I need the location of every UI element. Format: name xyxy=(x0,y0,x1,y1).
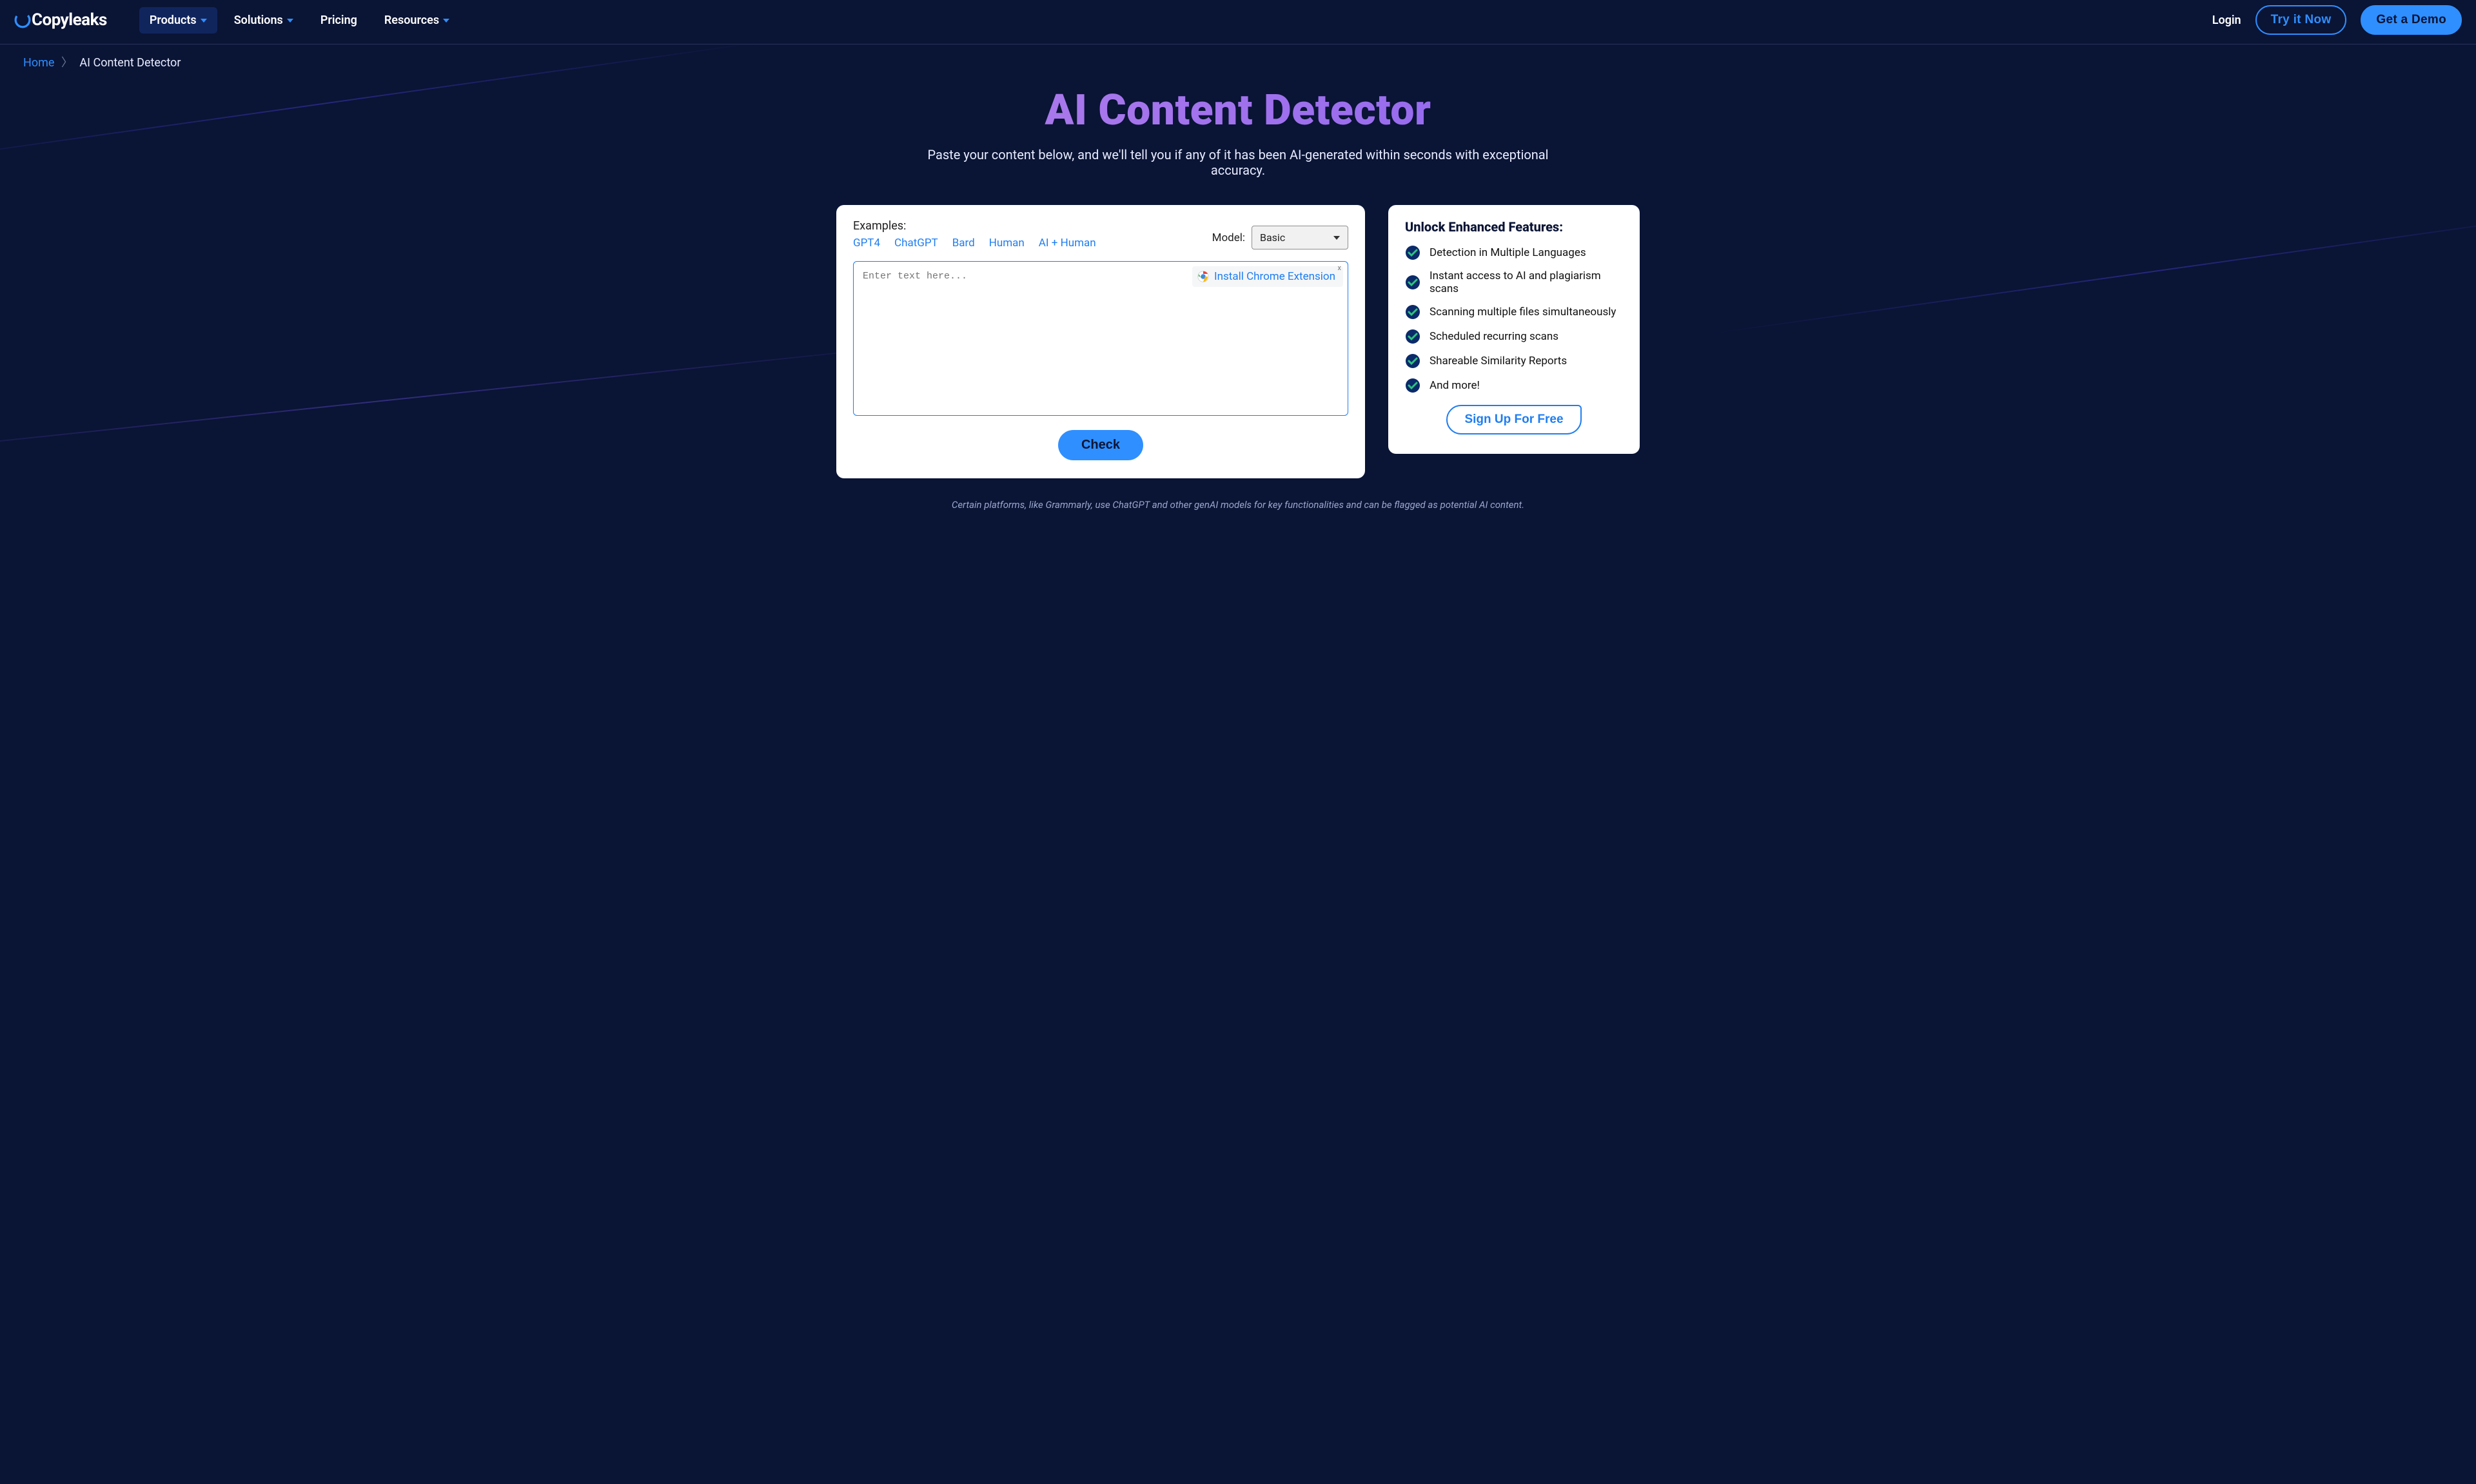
top-nav: Copyleaks Products Solutions Pricing Res… xyxy=(0,0,2476,44)
signup-button[interactable]: Sign Up For Free xyxy=(1446,405,1581,434)
breadcrumb-home[interactable]: Home xyxy=(23,56,54,70)
chrome-extension-label: Install Chrome Extension xyxy=(1214,270,1335,283)
check-button[interactable]: Check xyxy=(1058,430,1143,460)
get-demo-button[interactable]: Get a Demo xyxy=(2361,5,2462,35)
nav-item-solutions[interactable]: Solutions xyxy=(224,7,304,34)
check-icon xyxy=(1405,245,1420,260)
examples-list: GPT4 ChatGPT Bard Human AI + Human xyxy=(853,237,1096,249)
model-select-value: Basic xyxy=(1260,231,1285,244)
example-ai-human[interactable]: AI + Human xyxy=(1039,237,1096,249)
feature-item: Instant access to AI and plagiarism scan… xyxy=(1405,269,1623,295)
nav-menu: Products Solutions Pricing Resources xyxy=(139,7,460,34)
page-title: AI Content Detector xyxy=(13,86,2463,135)
check-icon xyxy=(1405,304,1420,320)
login-link[interactable]: Login xyxy=(2212,14,2241,27)
feature-item: Scheduled recurring scans xyxy=(1405,329,1623,344)
example-gpt4[interactable]: GPT4 xyxy=(853,237,880,249)
detector-card: Examples: GPT4 ChatGPT Bard Human AI + H… xyxy=(836,205,1365,478)
chevron-down-icon xyxy=(1333,236,1340,240)
chevron-down-icon xyxy=(201,19,207,23)
breadcrumb-separator-icon: 〉 xyxy=(61,56,73,70)
brand-name: Copyleaks xyxy=(32,10,107,30)
example-human[interactable]: Human xyxy=(989,237,1025,249)
try-it-now-button[interactable]: Try it Now xyxy=(2255,5,2347,35)
examples-label: Examples: xyxy=(853,219,1096,233)
feature-item: And more! xyxy=(1405,378,1623,393)
chrome-icon xyxy=(1197,271,1209,282)
model-label: Model: xyxy=(1212,231,1245,244)
feature-item: Scanning multiple files simultaneously xyxy=(1405,304,1623,320)
example-chatgpt[interactable]: ChatGPT xyxy=(894,237,938,249)
close-icon[interactable]: x xyxy=(1338,264,1341,272)
nav-item-products[interactable]: Products xyxy=(139,7,217,34)
example-bard[interactable]: Bard xyxy=(952,237,975,249)
chrome-extension-chip[interactable]: x Install Chrome Extension xyxy=(1192,266,1343,287)
logo-mark-icon xyxy=(14,12,31,28)
nav-item-resources[interactable]: Resources xyxy=(374,7,460,34)
check-icon xyxy=(1405,329,1420,344)
breadcrumb: Home 〉 AI Content Detector xyxy=(0,44,2476,70)
breadcrumb-current: AI Content Detector xyxy=(79,56,181,70)
features-title: Unlock Enhanced Features: xyxy=(1405,219,1623,235)
check-icon xyxy=(1405,353,1420,369)
page-subtitle: Paste your content below, and we'll tell… xyxy=(903,147,1573,178)
check-icon xyxy=(1405,275,1420,290)
check-icon xyxy=(1405,378,1420,393)
brand-logo[interactable]: Copyleaks xyxy=(14,10,107,30)
nav-item-pricing[interactable]: Pricing xyxy=(310,7,368,34)
feature-item: Shareable Similarity Reports xyxy=(1405,353,1623,369)
model-select[interactable]: Basic xyxy=(1252,226,1348,249)
features-list: Detection in Multiple Languages Instant … xyxy=(1405,245,1623,393)
features-card: Unlock Enhanced Features: Detection in M… xyxy=(1388,205,1640,454)
hero: AI Content Detector Paste your content b… xyxy=(0,70,2476,182)
footnote: Certain platforms, like Grammarly, use C… xyxy=(0,485,2476,536)
chevron-down-icon xyxy=(443,19,449,23)
chevron-down-icon xyxy=(287,19,293,23)
feature-item: Detection in Multiple Languages xyxy=(1405,245,1623,260)
